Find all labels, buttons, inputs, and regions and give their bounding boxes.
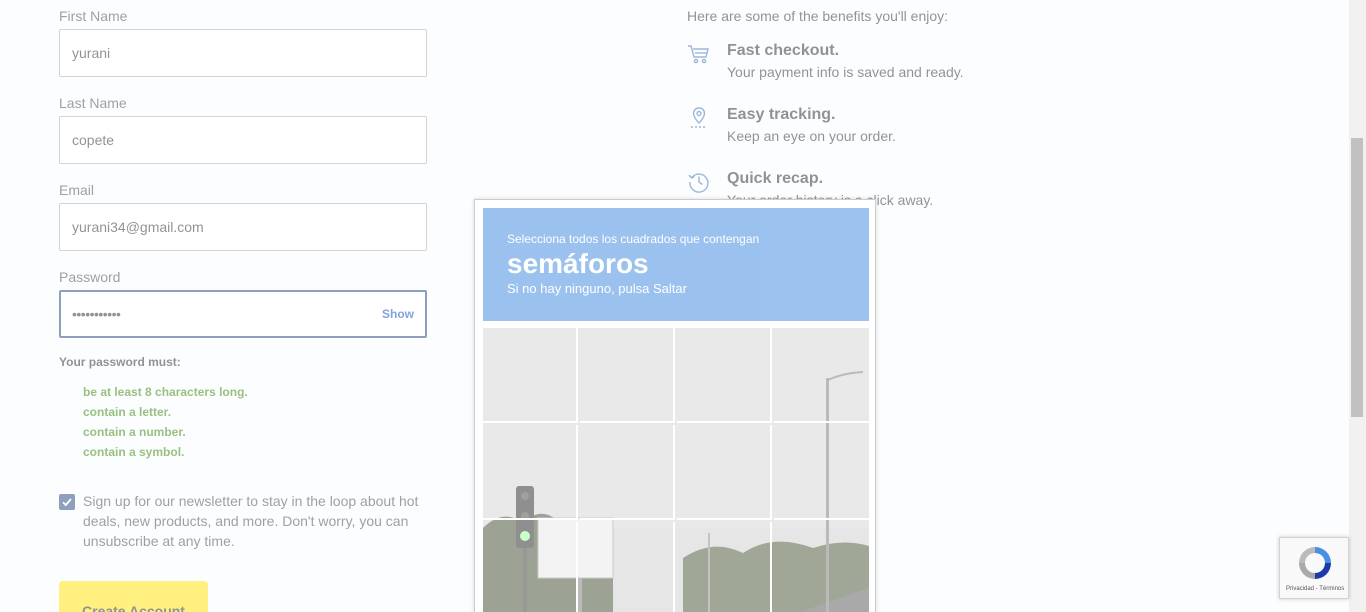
recaptcha-badge[interactable]: Privacidad - Términos — [1279, 537, 1349, 599]
challenge-tile[interactable] — [580, 425, 675, 520]
recaptcha-logo-icon — [1299, 547, 1331, 579]
scrollbar-thumb[interactable] — [1351, 138, 1363, 417]
challenge-tile[interactable] — [580, 522, 675, 612]
challenge-tile[interactable] — [483, 425, 578, 520]
challenge-tile[interactable] — [774, 328, 869, 423]
challenge-tile[interactable] — [774, 522, 869, 612]
challenge-tile[interactable] — [580, 328, 675, 423]
challenge-tile[interactable] — [774, 425, 869, 520]
challenge-tile[interactable] — [677, 425, 772, 520]
challenge-header: Selecciona todos los cuadrados que conte… — [483, 208, 869, 321]
challenge-tile[interactable] — [677, 328, 772, 423]
challenge-target: semáforos — [507, 248, 649, 279]
challenge-hint: Si no hay ninguno, pulsa Saltar — [507, 281, 687, 296]
challenge-instruction: Selecciona todos los cuadrados que conte… — [507, 232, 760, 246]
page-scrollbar[interactable] — [1349, 0, 1366, 612]
recaptcha-footer: Privacidad - Términos — [1286, 586, 1345, 592]
challenge-image-grid — [483, 328, 869, 612]
challenge-tile[interactable] — [483, 328, 578, 423]
recaptcha-challenge: Selecciona todos los cuadrados que conte… — [474, 199, 876, 612]
challenge-tile[interactable] — [677, 522, 772, 612]
challenge-tile[interactable] — [483, 522, 578, 612]
